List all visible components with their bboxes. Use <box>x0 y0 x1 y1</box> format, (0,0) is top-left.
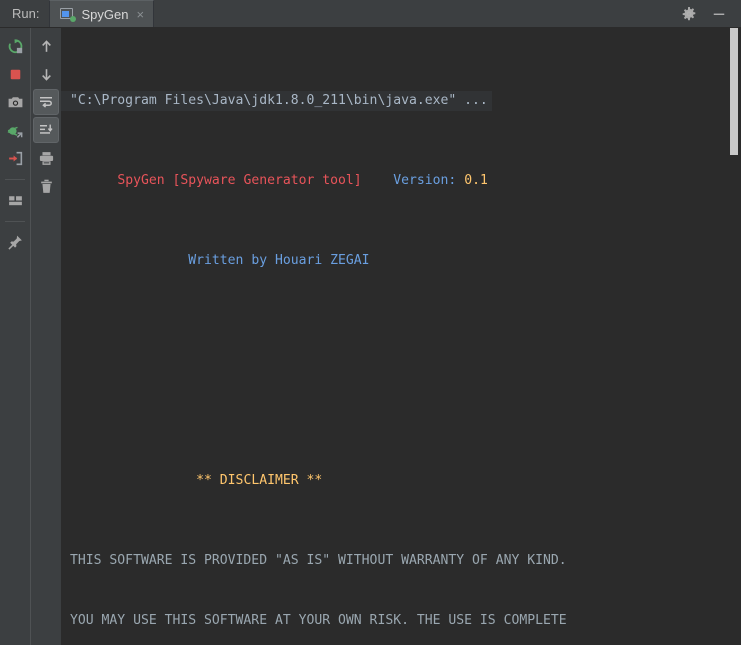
down-button[interactable] <box>33 61 59 87</box>
disclaimer-line: THIS SOFTWARE IS PROVIDED "AS IS" WITHOU… <box>61 551 741 571</box>
rerun-button[interactable] <box>2 33 28 59</box>
blank-2 <box>61 391 741 411</box>
command-line-text: "C:\Program Files\Java\jdk1.8.0_211\bin\… <box>61 91 492 111</box>
soft-wrap-button[interactable] <box>33 89 59 115</box>
rerun-failed-tests-button[interactable] <box>2 117 28 143</box>
trash-icon[interactable] <box>33 173 59 199</box>
window-controls <box>681 0 741 27</box>
banner-version: 0.1 <box>464 173 488 188</box>
banner-title-line: SpyGen [Spyware Generator tool] Version:… <box>61 171 741 191</box>
scroll-to-end-button[interactable] <box>33 117 59 143</box>
console-output[interactable]: "C:\Program Files\Java\jdk1.8.0_211\bin\… <box>61 28 741 645</box>
banner-title: SpyGen [Spyware Generator tool] <box>117 173 362 188</box>
disclaimer-heading-line: ** DISCLAIMER ** <box>61 471 741 491</box>
scrollbar-thumb[interactable] <box>730 28 738 155</box>
stop-button[interactable] <box>2 61 28 87</box>
console-text: "C:\Program Files\Java\jdk1.8.0_211\bin\… <box>61 28 741 645</box>
titlebar-filler <box>154 0 681 27</box>
gear-icon[interactable] <box>681 6 697 22</box>
toolbar-divider <box>5 179 25 180</box>
close-icon[interactable]: × <box>136 8 144 21</box>
run-tool-window: Run: SpyGen × "C:\Program Files\Java\jdk… <box>0 0 741 645</box>
console-actions-column <box>30 28 61 645</box>
blank-1 <box>61 331 741 351</box>
pin-icon[interactable] <box>2 229 28 255</box>
banner-author-line: Written by Houari ZEGAI <box>61 251 741 271</box>
up-button[interactable] <box>33 33 59 59</box>
vertical-scrollbar[interactable] <box>730 28 738 645</box>
tab-spygen[interactable]: SpyGen × <box>49 0 155 27</box>
banner-author: Written by Houari ZEGAI <box>188 253 370 268</box>
disclaimer-text: YOU MAY USE THIS SOFTWARE AT YOUR OWN RI… <box>70 613 567 628</box>
export-button[interactable] <box>2 145 28 171</box>
run-configuration-icon <box>60 7 77 22</box>
layout-button[interactable] <box>2 187 28 213</box>
disclaimer-text: THIS SOFTWARE IS PROVIDED "AS IS" WITHOU… <box>70 553 567 568</box>
camera-icon[interactable] <box>2 89 28 115</box>
print-icon[interactable] <box>33 145 59 171</box>
disclaimer-heading: ** DISCLAIMER ** <box>196 473 323 488</box>
disclaimer-line: YOU MAY USE THIS SOFTWARE AT YOUR OWN RI… <box>61 611 741 631</box>
run-toolbars <box>0 28 61 645</box>
minimize-icon[interactable] <box>711 6 727 22</box>
run-label: Run: <box>12 6 40 21</box>
toolbar-divider-2 <box>5 221 25 222</box>
tab-label: SpyGen <box>81 6 129 22</box>
run-window-titlebar: Run: SpyGen × <box>0 0 741 28</box>
banner-version-label: Version: <box>393 173 457 188</box>
run-actions-column <box>0 28 30 645</box>
console-command-line: "C:\Program Files\Java\jdk1.8.0_211\bin\… <box>61 91 741 111</box>
